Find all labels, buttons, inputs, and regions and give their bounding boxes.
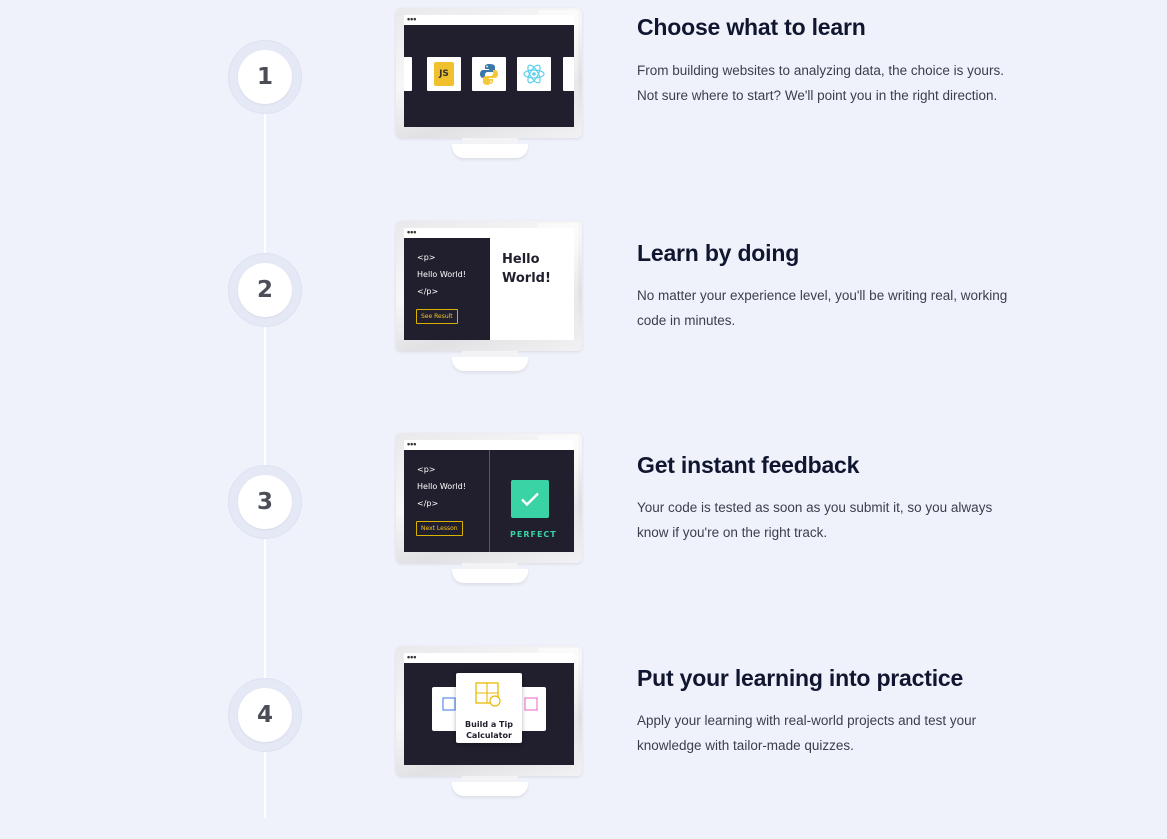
- step-2: 2 ••• <p> Hello World! </p> See Result H…: [0, 213, 1167, 413]
- code-line: </p>: [417, 499, 439, 508]
- step-title: Choose what to learn: [637, 14, 866, 40]
- window-dots-icon: •••: [407, 652, 417, 662]
- checkmark-icon: [511, 480, 549, 518]
- step-number-badge: 4: [228, 678, 302, 752]
- result-pane: Hello World!: [490, 238, 574, 340]
- step-number-badge: 1: [228, 40, 302, 114]
- step-number-badge: 2: [228, 253, 302, 327]
- monitor-illustration: ••• <p> Hello World! </p> See Result Hel…: [396, 221, 584, 373]
- step-number: 3: [238, 475, 292, 529]
- step-description: From building websites to analyzing data…: [637, 63, 1004, 103]
- code-line: Hello World!: [417, 270, 466, 279]
- see-result-button: See Result: [416, 309, 458, 324]
- step-description: Your code is tested as soon as you submi…: [637, 500, 993, 540]
- window-dots-icon: •••: [407, 14, 417, 24]
- code-line: Hello World!: [417, 482, 466, 491]
- step-number: 2: [238, 263, 292, 317]
- code-line: <p>: [417, 465, 436, 474]
- screen-projects: Build a Tip Calculator: [404, 663, 574, 765]
- project-card-side: [520, 687, 546, 731]
- monitor-illustration: ••• <p> Hello World! </p> Next Lesson PE…: [396, 433, 584, 585]
- step-title: Get instant feedback: [637, 452, 860, 478]
- step-title: Learn by doing: [637, 240, 800, 266]
- project-card-side: [432, 687, 458, 731]
- status-label: PERFECT: [510, 530, 557, 539]
- next-lesson-button: Next Lesson: [416, 521, 463, 536]
- javascript-icon: JS: [427, 57, 461, 91]
- step-description: Apply your learning with real-world proj…: [637, 713, 977, 753]
- project-title: Build a Tip: [465, 720, 513, 729]
- code-line: </p>: [417, 287, 439, 296]
- step-number: 1: [238, 50, 292, 104]
- step-number: 4: [238, 688, 292, 742]
- project-card: Build a Tip Calculator: [456, 673, 522, 743]
- step-number-badge: 3: [228, 465, 302, 539]
- screen-code-editor: <p> Hello World! </p> See Result Hello W…: [404, 238, 574, 340]
- calculator-icon: [475, 682, 501, 707]
- code-line: <p>: [417, 253, 436, 262]
- monitor-illustration: ••• JS: [396, 8, 584, 160]
- step-title: Put your learning into practice: [637, 665, 964, 691]
- window-dots-icon: •••: [407, 227, 417, 237]
- screen-languages: JS: [404, 25, 574, 127]
- step-1: 1 ••• JS Choose what to learn From build…: [0, 0, 1167, 200]
- react-icon: [517, 57, 551, 91]
- monitor-illustration: ••• Build a Tip Calculator: [396, 646, 584, 798]
- step-description: No matter your experience level, you'll …: [637, 288, 1008, 328]
- result-text: Hello: [502, 252, 540, 267]
- step-3: 3 ••• <p> Hello World! </p> Next Lesson …: [0, 426, 1167, 626]
- step-4: 4 ••• Build a Tip Calculator Put your le…: [0, 639, 1167, 839]
- python-icon: [472, 57, 506, 91]
- project-title: Calculator: [466, 731, 512, 740]
- window-dots-icon: •••: [407, 439, 417, 449]
- result-text: World!: [502, 271, 551, 286]
- screen-feedback: <p> Hello World! </p> Next Lesson PERFEC…: [404, 450, 574, 552]
